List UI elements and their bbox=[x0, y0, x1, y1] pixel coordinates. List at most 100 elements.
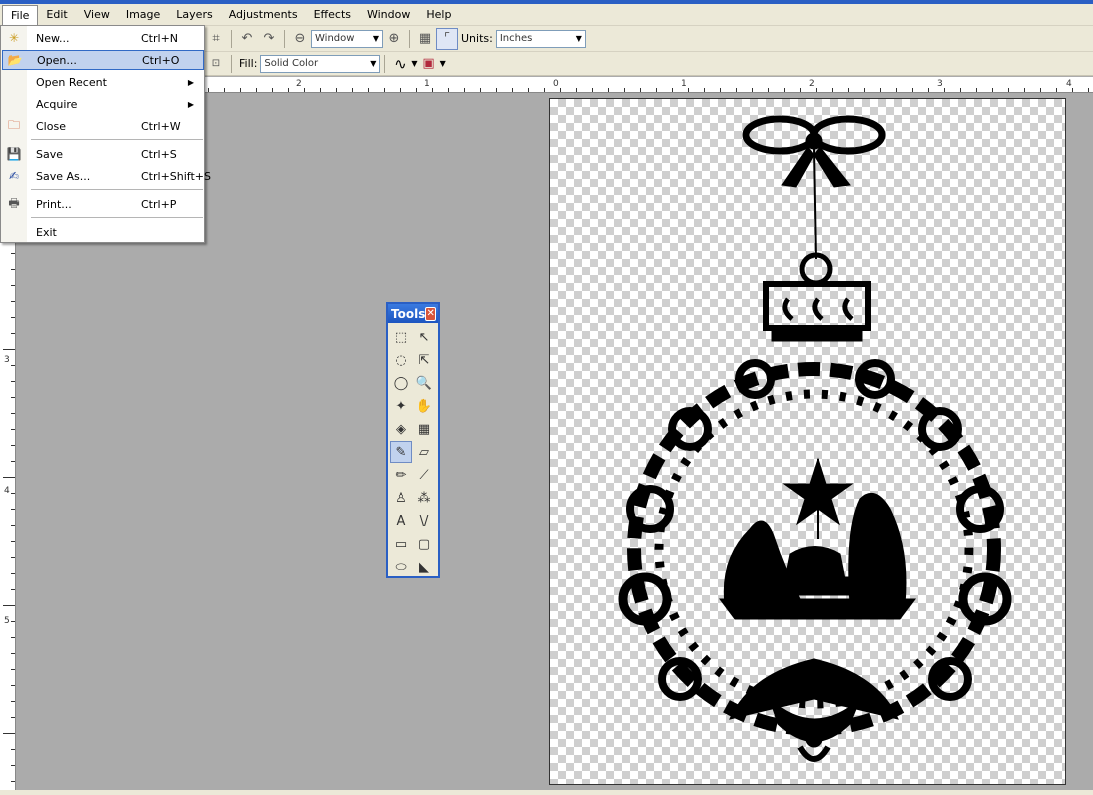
ellipse-select-tool-icon[interactable]: ◯ bbox=[390, 372, 412, 394]
menu-item-label: Open Recent bbox=[36, 75, 107, 89]
units-label: Units: bbox=[461, 32, 493, 45]
zoom-out-icon[interactable]: ⊖ bbox=[289, 28, 311, 50]
menu-item-label: Acquire bbox=[36, 97, 78, 111]
move-selected-tool-icon[interactable]: ⇱ bbox=[413, 349, 435, 371]
eraser-tool-icon[interactable]: ▱ bbox=[413, 441, 435, 463]
ruler-tick bbox=[800, 88, 801, 92]
ruler-tick bbox=[11, 669, 15, 670]
paintbrush-tool-icon[interactable]: ✎ bbox=[390, 441, 412, 463]
units-combo[interactable]: Inches ▼ bbox=[495, 29, 586, 48]
menu-adjustments[interactable]: Adjustments bbox=[221, 5, 306, 25]
toolbar-separator bbox=[231, 54, 232, 73]
ellipse-tool-icon[interactable]: ⬭ bbox=[390, 556, 412, 578]
zoom-tool-icon[interactable]: 🔍 bbox=[413, 372, 435, 394]
blend-mode-icon[interactable]: ▣ bbox=[418, 53, 440, 75]
text-tool-icon[interactable]: A bbox=[390, 510, 412, 532]
crop-icon[interactable]: ⌗ bbox=[205, 28, 227, 50]
ruler-tick bbox=[240, 88, 241, 92]
toolbar-separator bbox=[409, 29, 410, 48]
file-menu-exit[interactable]: Exit bbox=[2, 222, 204, 242]
move-selection-tool-icon[interactable]: ↖ bbox=[413, 326, 435, 348]
rulers-icon[interactable]: ⌜ bbox=[436, 27, 458, 50]
menu-file[interactable]: File bbox=[2, 4, 39, 25]
menu-image[interactable]: Image bbox=[118, 5, 168, 25]
units-value: Inches bbox=[499, 33, 533, 44]
ruler-tick bbox=[752, 88, 753, 92]
fill-combo[interactable]: Solid Color ▼ bbox=[260, 54, 381, 73]
ruler-tick bbox=[384, 88, 385, 92]
ruler-tick bbox=[992, 88, 993, 92]
menu-effects[interactable]: Effects bbox=[306, 5, 359, 25]
ruler-label: 1 bbox=[424, 79, 430, 89]
tools-title-bar[interactable]: Tools ✕ bbox=[388, 304, 438, 323]
file-menu-acquire[interactable]: Acquire ▶ bbox=[2, 94, 204, 114]
ruler-label: 5 bbox=[4, 616, 10, 626]
ruler-tick bbox=[1040, 88, 1041, 92]
ruler-tick bbox=[1056, 88, 1057, 92]
freeform-shape-tool-icon[interactable]: ◣ bbox=[413, 556, 435, 578]
rectangle-select-tool-icon[interactable]: ⬚ bbox=[390, 326, 412, 348]
rounded-rectangle-tool-icon[interactable]: ▢ bbox=[413, 533, 435, 555]
clone-stamp-tool-icon[interactable]: ♙ bbox=[390, 487, 412, 509]
menu-view[interactable]: View bbox=[76, 5, 118, 25]
tools-title: Tools bbox=[391, 306, 426, 321]
ruler-tick bbox=[1088, 88, 1089, 92]
status-bar bbox=[0, 790, 1093, 795]
ornament-image bbox=[618, 115, 1012, 762]
file-menu-new[interactable]: ✳ New... Ctrl+N bbox=[2, 28, 204, 48]
curve-style-icon[interactable]: ∿ bbox=[389, 53, 411, 75]
ruler-tick bbox=[11, 253, 15, 254]
pencil-tool-icon[interactable]: ✏ bbox=[390, 464, 412, 486]
file-menu-open[interactable]: 📂 Open... Ctrl+O bbox=[2, 50, 204, 70]
ruler-tick bbox=[3, 733, 15, 734]
magic-wand-tool-icon[interactable]: ✦ bbox=[390, 395, 412, 417]
ruler-tick bbox=[11, 413, 15, 414]
ruler-tick bbox=[912, 88, 913, 92]
menu-item-label: Exit bbox=[36, 225, 57, 239]
ruler-tick bbox=[3, 349, 15, 350]
rectangle-tool-icon[interactable]: ▭ bbox=[390, 533, 412, 555]
ruler-tick bbox=[464, 88, 465, 92]
menu-item-shortcut: Ctrl+O bbox=[142, 53, 180, 67]
toolbar-separator bbox=[231, 29, 232, 48]
zoom-in-icon[interactable]: ⊕ bbox=[383, 28, 405, 50]
file-menu-print[interactable]: 🖶 Print... Ctrl+P bbox=[2, 194, 204, 214]
file-menu-open-recent[interactable]: Open Recent ▶ bbox=[2, 72, 204, 92]
color-picker-tool-icon[interactable]: ⟋ bbox=[413, 464, 435, 486]
antialias-icon[interactable]: ⊡ bbox=[205, 53, 227, 75]
menu-window[interactable]: Window bbox=[359, 5, 418, 25]
zoom-combo[interactable]: Window ▼ bbox=[311, 29, 383, 48]
ruler-tick bbox=[576, 88, 577, 92]
print-icon: 🖶 bbox=[8, 195, 20, 210]
menu-help[interactable]: Help bbox=[418, 5, 459, 25]
menu-item-label: Print... bbox=[36, 197, 72, 211]
line-curve-tool-icon[interactable]: \/ bbox=[413, 510, 435, 532]
paint-bucket-tool-icon[interactable]: ◈ bbox=[390, 418, 412, 440]
grid-icon[interactable]: ▦ bbox=[414, 28, 436, 50]
tools-window[interactable]: Tools ✕ ⬚ ↖ ◌ ⇱ ◯ 🔍 ✦ ✋ ◈ ▦ ✎ ▱ ✏ ⟋ ♙ ⁂ A \/▭ ▢ ⬭ ◣ bbox=[386, 302, 440, 578]
menu-layers[interactable]: Layers bbox=[168, 5, 220, 25]
lasso-select-tool-icon[interactable]: ◌ bbox=[390, 349, 412, 371]
file-menu-save[interactable]: 💾 Save Ctrl+S bbox=[2, 144, 204, 164]
pan-tool-icon[interactable]: ✋ bbox=[413, 395, 435, 417]
recolor-tool-icon[interactable]: ⁂ bbox=[413, 487, 435, 509]
ruler-tick bbox=[224, 88, 225, 92]
file-menu-save-as[interactable]: ✍ Save As... Ctrl+Shift+S bbox=[2, 166, 211, 186]
menu-item-shortcut: Ctrl+P bbox=[141, 197, 177, 211]
image-canvas[interactable] bbox=[549, 98, 1066, 785]
menu-edit[interactable]: Edit bbox=[38, 5, 75, 25]
ruler-tick bbox=[272, 88, 273, 92]
ruler-label: 3 bbox=[4, 355, 10, 365]
ruler-label: 2 bbox=[809, 79, 815, 89]
toolbar-separator bbox=[284, 29, 285, 48]
tools-grid: ⬚ ↖ ◌ ⇱ ◯ 🔍 ✦ ✋ ◈ ▦ ✎ ▱ ✏ ⟋ ♙ ⁂ A \/▭ ▢ ⬭ ◣ bbox=[388, 323, 438, 582]
ruler-tick bbox=[304, 88, 305, 92]
ruler-tick bbox=[11, 525, 15, 526]
redo-icon[interactable]: ↷ bbox=[258, 28, 280, 50]
undo-icon[interactable]: ↶ bbox=[236, 28, 258, 50]
ruler-tick bbox=[11, 493, 15, 494]
chevron-down-icon[interactable]: ▼ bbox=[440, 59, 446, 68]
file-menu-close[interactable]: 🗀 Close Ctrl+W bbox=[2, 116, 204, 136]
close-icon[interactable]: ✕ bbox=[425, 306, 436, 321]
gradient-tool-icon[interactable]: ▦ bbox=[413, 418, 435, 440]
